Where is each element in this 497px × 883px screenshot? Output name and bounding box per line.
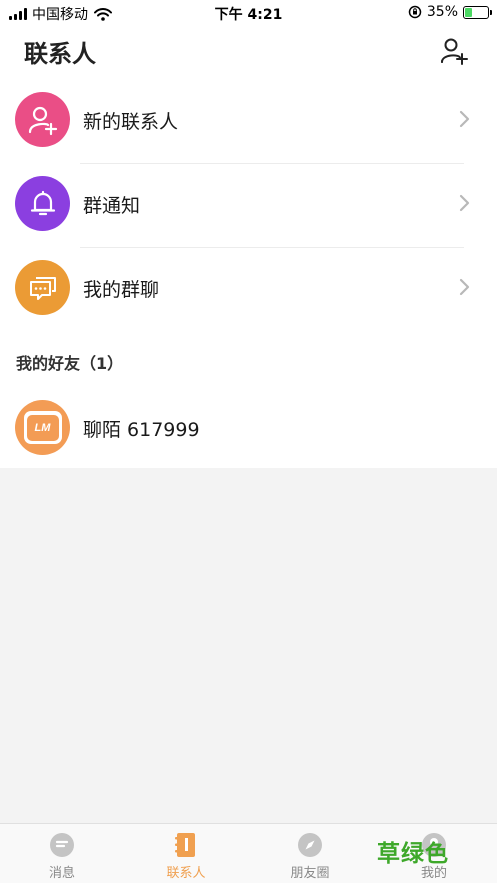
menu-label: 新的联系人: [83, 111, 179, 133]
menu-label: 我的群聊: [83, 279, 160, 301]
friend-list-item[interactable]: LM 聊陌 617999: [0, 388, 497, 468]
tab-label: 消息: [48, 866, 75, 881]
nav-header: 联系人: [0, 26, 497, 80]
battery-icon: [463, 5, 492, 19]
tab-moments[interactable]: 朋友圈: [260, 832, 360, 882]
status-bar: 中国移动 下午 4:21 35%: [0, 0, 497, 26]
menu-my-group-chats[interactable]: 我的群聊: [0, 248, 497, 332]
friends-section-title: 我的好友（1）: [16, 354, 124, 373]
page-title: 联系人: [24, 40, 96, 68]
compass-icon: [298, 833, 322, 857]
battery-percent: 35%: [426, 4, 458, 20]
chat-bubbles-icon: [29, 276, 56, 300]
tab-label: 朋友圈: [290, 866, 330, 881]
add-contact-button[interactable]: [439, 36, 469, 66]
chevron-right-icon: [459, 278, 470, 296]
friend-name: 聊陌 617999: [83, 419, 200, 441]
friends-section-header: 我的好友（1）: [0, 332, 497, 388]
watermark-text: 草绿色: [377, 841, 449, 867]
message-icon: [50, 833, 74, 857]
lm-logo: LM: [26, 414, 59, 441]
rotation-lock-icon: [408, 5, 422, 19]
new-contacts-avatar: [15, 92, 70, 147]
tab-messages[interactable]: 消息: [12, 832, 112, 882]
person-add-icon: [28, 106, 57, 135]
contacts-list: 新的联系人 群通知 我的群聊 我的好友（1） LM 聊陌 617999: [0, 80, 497, 468]
avatar: LM: [15, 400, 70, 455]
bell-icon: [30, 190, 55, 215]
group-notify-avatar: [15, 176, 70, 231]
chevron-right-icon: [459, 110, 470, 128]
tab-contacts[interactable]: 联系人: [136, 832, 236, 882]
menu-new-contacts[interactable]: 新的联系人: [0, 80, 497, 164]
person-add-icon: [441, 38, 468, 65]
chevron-right-icon: [459, 194, 470, 212]
menu-label: 群通知: [83, 195, 141, 217]
menu-group-notifications[interactable]: 群通知: [0, 164, 497, 248]
group-chat-avatar: [15, 260, 70, 315]
contacts-book-icon: [175, 833, 195, 857]
tab-label: 联系人: [166, 866, 206, 881]
